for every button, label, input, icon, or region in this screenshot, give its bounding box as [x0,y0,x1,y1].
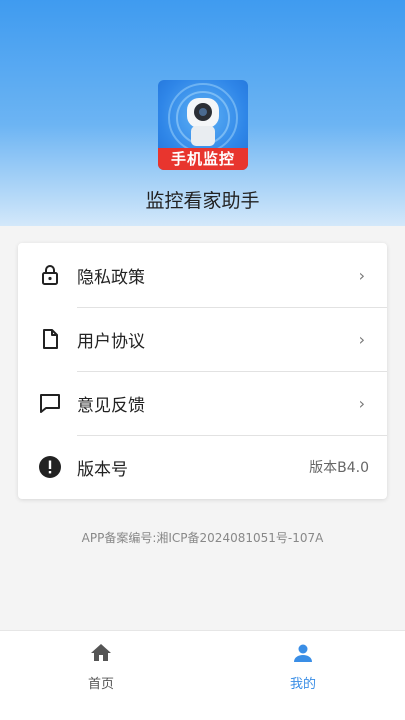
tab-mine-label: 我的 [289,677,316,692]
menu-item-feedback[interactable]: 意见反馈 › [18,371,387,435]
menu-item-label: 意见反馈 [77,395,145,416]
app-logo: 手机监控 [158,80,248,170]
menu-item-user-agreement[interactable]: 用户协议 › [18,307,387,371]
menu-item-privacy-policy[interactable]: 隐私政策 › [18,243,387,307]
profile-header: 手机监控 监控看家助手 [0,0,405,226]
user-icon [294,644,312,662]
app-name: 监控看家助手 [145,190,260,212]
version-value: 版本B4.0 [309,460,369,476]
menu-item-version: 版本号 版本B4.0 [18,435,387,499]
tab-home-label: 首页 [87,677,114,692]
tab-home[interactable]: 首页 [0,631,202,720]
menu-card: 隐私政策 › 用户协议 › 意见反馈 › 版本号 版本B4.0 [18,243,387,499]
lock-icon [42,265,58,285]
menu-item-label: 版本号 [77,459,128,480]
chevron-right-icon: › [358,265,365,285]
icp-record: APP备案编号:湘ICP备2024081051号-107A [81,531,324,545]
app-logo-banner: 手机监控 [158,148,248,170]
menu-item-label: 用户协议 [77,331,145,352]
tab-mine[interactable]: 我的 [202,631,404,720]
chevron-right-icon: › [358,329,365,349]
info-icon [39,456,61,478]
bottom-tab-bar: 首页 我的 [0,630,405,720]
home-icon [91,644,111,661]
chevron-right-icon: › [358,393,365,413]
feedback-icon [40,394,60,413]
document-icon [43,329,58,349]
menu-item-label: 隐私政策 [77,267,145,288]
